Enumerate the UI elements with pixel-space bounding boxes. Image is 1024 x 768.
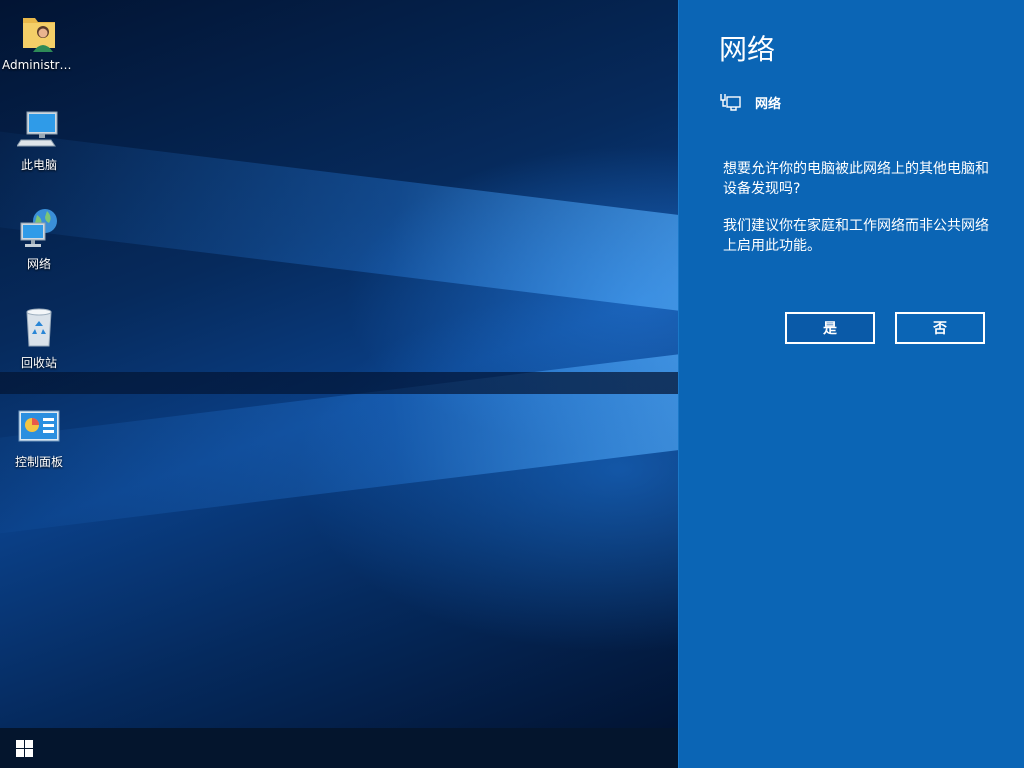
network-panel: 网络 网络 想要允许你的电脑被此网络上的其他电脑和设备发现吗? 我们建议你在家庭… <box>678 0 1024 768</box>
network-icon <box>20 209 57 247</box>
desktop-icon-control-panel[interactable]: 控制面板 <box>2 405 76 470</box>
yes-button[interactable]: 是 <box>785 312 875 344</box>
discovery-question: 想要允许你的电脑被此网络上的其他电脑和设备发现吗? <box>723 161 989 197</box>
no-button[interactable]: 否 <box>895 312 985 344</box>
screen: Administra... 此电脑 网络 回收站 控制面板 网络 网络 想要允许… <box>0 0 1024 768</box>
desktop-icon-recycle-bin[interactable]: 回收站 <box>2 306 76 371</box>
network-row: 网络 <box>719 92 781 112</box>
desktop-icon-this-pc[interactable]: 此电脑 <box>2 108 76 173</box>
user-folder-icon <box>23 18 55 52</box>
windows-logo-icon <box>15 739 33 757</box>
desktop-icon-label: 网络 <box>26 257 51 271</box>
panel-title: 网络 <box>719 33 776 66</box>
desktop-icon-label: 控制面板 <box>14 455 63 469</box>
recycle-bin-icon <box>26 308 52 347</box>
desktop[interactable]: Administra... 此电脑 网络 回收站 控制面板 <box>0 0 678 728</box>
desktop-icon-label: 此电脑 <box>20 158 57 172</box>
computer-icon <box>17 111 58 147</box>
ethernet-icon <box>720 94 741 111</box>
desktop-icon-label: Administra... <box>2 58 76 72</box>
desktop-icon-administrator[interactable]: Administra... <box>2 10 76 72</box>
network-name: 网络 <box>755 96 782 112</box>
wallpaper-dark-band <box>0 372 678 394</box>
desktop-icon-label: 回收站 <box>20 356 57 370</box>
desktop-icon-network[interactable]: 网络 <box>2 207 76 272</box>
discovery-recommendation: 我们建议你在家庭和工作网络而非公共网络上启用此功能。 <box>723 218 989 254</box>
start-button[interactable] <box>4 728 44 768</box>
taskbar <box>0 728 678 768</box>
control-panel-icon <box>18 410 60 442</box>
wallpaper-light-beam <box>0 122 678 323</box>
